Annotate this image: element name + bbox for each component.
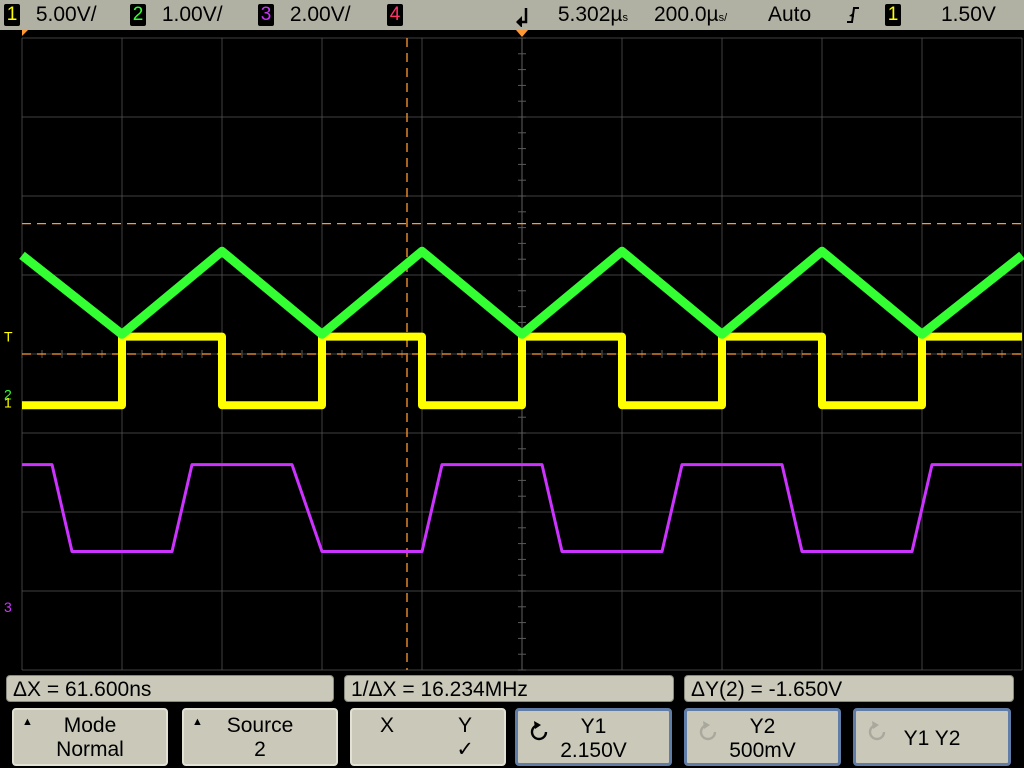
waveform-display[interactable]: T213	[0, 30, 1024, 672]
channel-2-scale-text: 1.00V/	[161, 3, 223, 26]
source-softkey[interactable]: ▲ Source 2	[182, 708, 338, 766]
trigger-level[interactable]: 1.50V	[941, 2, 996, 28]
y2-label: Y2	[749, 715, 776, 738]
delay-marker-icon	[516, 8, 528, 28]
y1-label: Y1	[580, 715, 607, 738]
trigger-source-badge: 1	[885, 4, 901, 26]
source-label: Source	[226, 714, 294, 737]
channel-3-scale[interactable]: 3 2.00V/	[258, 2, 351, 28]
trace-channel-1	[22, 332, 1022, 410]
channel-markers: T213	[4, 30, 528, 615]
inverse-delta-x-readout: 1/ΔX = 16.234MHz	[344, 675, 674, 702]
y2-value: 500mV	[729, 739, 796, 762]
channel-4-scale[interactable]: 4	[387, 2, 403, 28]
channel-1-scale-text: 5.00V/	[35, 3, 97, 26]
y1-softkey[interactable]: Y1 2.150V	[515, 708, 672, 766]
channel-2-scale[interactable]: 2 1.00V/	[130, 2, 223, 28]
timebase-value: 200.0µ	[654, 3, 719, 26]
timebase-suffix: s/	[718, 12, 728, 24]
y1-value: 2.150V	[560, 739, 627, 762]
source-value: 2	[254, 738, 266, 761]
delta-y-readout: ΔY(2) = -1.650V	[684, 675, 1014, 702]
channel-4-badge: 4	[387, 4, 403, 26]
trigger-level-marker: T	[4, 329, 13, 345]
rising-edge-icon	[846, 2, 860, 28]
delay-suffix: s	[622, 12, 629, 24]
mode-label: Mode	[63, 714, 117, 737]
softkey-menu: ▲ Mode Normal ▲ Source 2 X Y ✓ Y1 2.150V…	[0, 704, 1024, 768]
xy-softkey[interactable]: X Y ✓	[350, 708, 506, 766]
delta-x-readout: ΔX = 61.600ns	[6, 675, 334, 702]
channel-1-scale[interactable]: 1 5.00V/	[4, 2, 97, 28]
checkmark-icon: ✓	[456, 738, 474, 761]
delay-value: 5.302µ	[557, 3, 623, 26]
trigger-mode[interactable]: Auto	[768, 2, 811, 28]
mode-softkey[interactable]: ▲ Mode Normal	[12, 708, 168, 766]
trigger-delay[interactable]: 5.302µs	[514, 2, 628, 28]
channel-1-ground-marker: 1	[4, 394, 12, 410]
channel-3-scale-text: 2.00V/	[289, 3, 351, 26]
trigger-source[interactable]: 1	[885, 2, 901, 28]
y1-y2-label: Y1 Y2	[903, 727, 961, 750]
y1-y2-softkey[interactable]: Y1 Y2	[853, 708, 1011, 766]
x-label: X	[380, 714, 395, 737]
y2-softkey[interactable]: Y2 500mV	[684, 708, 841, 766]
channel-3-ground-marker: 3	[4, 599, 12, 615]
channel-3-badge: 3	[258, 4, 274, 26]
timebase-scale[interactable]: 200.0µs/	[654, 2, 727, 28]
corner-marker-icon	[22, 30, 28, 36]
channel-2-badge: 2	[130, 4, 146, 26]
cursor-readouts: ΔX = 61.600ns 1/ΔX = 16.234MHz ΔY(2) = -…	[0, 672, 1024, 704]
channel-1-badge: 1	[4, 4, 20, 26]
trigger-point-icon	[516, 30, 528, 37]
status-bar: 1 5.00V/ 2 1.00V/ 3 2.00V/ 4 5.302µs 200…	[0, 0, 1024, 30]
y-label: Y	[457, 714, 472, 737]
mode-value: Normal	[56, 738, 124, 761]
